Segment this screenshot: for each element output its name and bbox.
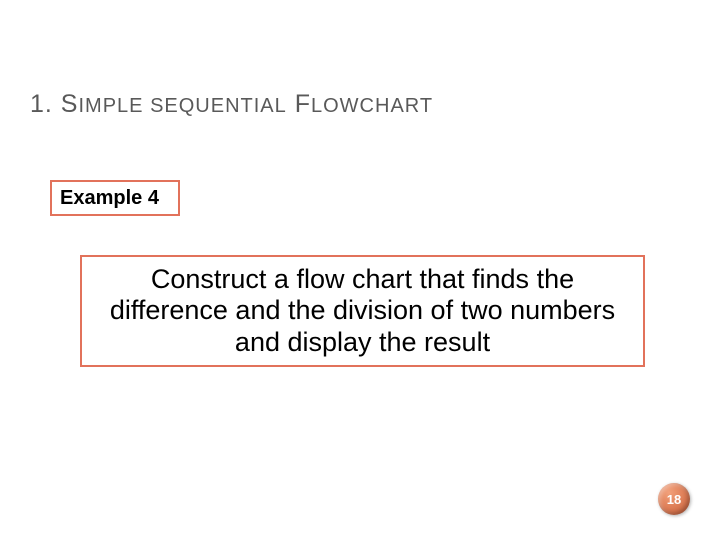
body-text: Construct a flow chart that finds the di… — [100, 264, 625, 357]
page-number: 18 — [667, 492, 681, 507]
title-part1-big: 1. S — [30, 90, 78, 118]
body-text-box: Construct a flow chart that finds the di… — [80, 255, 645, 367]
slide-title: 1. SIMPLE SEQUENTIAL FLOWCHART — [30, 90, 433, 119]
example-label: Example 4 — [60, 187, 159, 210]
title-part3-big: F — [287, 90, 311, 118]
example-label-box: Example 4 — [50, 180, 180, 216]
title-part3-sm: LOWCHART — [311, 95, 433, 117]
slide: 1. SIMPLE SEQUENTIAL FLOWCHART Example 4… — [0, 0, 720, 540]
title-part2-sm: SEQUENTIAL — [144, 95, 287, 117]
title-part1-sm: IMPLE — [78, 95, 143, 117]
page-number-badge: 18 — [658, 483, 690, 515]
